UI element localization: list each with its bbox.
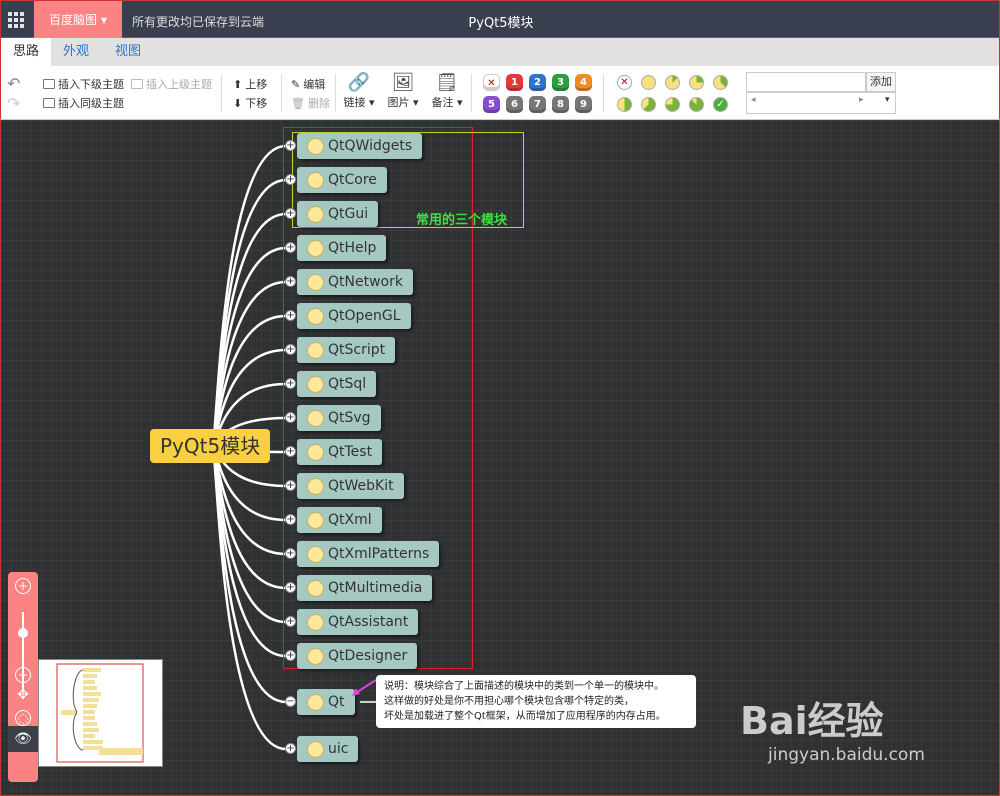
topic-label: QtNetwork xyxy=(328,274,403,290)
priority-dot-icon xyxy=(307,342,324,359)
watermark: Bai经验 jingyan.baidu.com xyxy=(740,690,925,765)
zoom-out-icon[interactable]: − xyxy=(15,667,31,683)
topic-node[interactable]: + QtOpenGL xyxy=(285,303,411,329)
priority-dot-icon xyxy=(307,138,324,155)
minimap-preview xyxy=(56,663,144,763)
topic-label: QtMultimedia xyxy=(328,580,423,596)
note-line: 这样做的好处是你不用担心哪个模块包含哪个特定的类， xyxy=(384,696,634,707)
priority-dot-icon xyxy=(307,512,324,529)
note-line: 说明：模块综合了上面描述的模块中的类到一个单一的模块中。 xyxy=(384,681,664,692)
topic-label: QtWebKit xyxy=(328,478,394,494)
priority-dot-icon xyxy=(307,694,324,711)
topic-label: QtXmlPatterns xyxy=(328,546,430,562)
collapse-icon[interactable]: − xyxy=(285,696,296,707)
priority-dot-icon xyxy=(307,410,324,427)
topic-node[interactable]: + QtHelp xyxy=(285,235,387,261)
topic-label: QtDesigner xyxy=(328,648,408,664)
topic-label: QtXml xyxy=(328,512,372,528)
priority-dot-icon xyxy=(307,478,324,495)
topic-label: QtGui xyxy=(328,206,369,222)
priority-dot-icon xyxy=(307,741,324,758)
topic-node[interactable]: + QtTest xyxy=(285,439,383,465)
note-line: 坏处是加载进了整个Qt框架，从而增加了应用程序的内存占用。 xyxy=(384,711,666,722)
topic-node[interactable]: + QtSvg xyxy=(285,405,381,431)
locate-icon[interactable]: ◌ xyxy=(15,710,31,726)
topic-label: QtSvg xyxy=(328,410,371,426)
topic-node[interactable]: + QtDesigner xyxy=(285,643,418,669)
expand-icon[interactable]: + xyxy=(285,242,296,253)
minimap[interactable] xyxy=(38,659,163,767)
topic-node[interactable]: + QtScript xyxy=(285,337,396,363)
zoom-in-icon[interactable]: + xyxy=(15,578,31,594)
priority-dot-icon xyxy=(307,172,324,189)
watermark-logo: Bai经验 xyxy=(740,699,884,743)
expand-icon[interactable]: + xyxy=(285,276,296,287)
expand-icon[interactable]: + xyxy=(285,140,296,151)
priority-dot-icon xyxy=(307,308,324,325)
topic-node[interactable]: + QtGui xyxy=(285,201,379,227)
expand-icon[interactable]: + xyxy=(285,412,296,423)
priority-dot-icon xyxy=(307,546,324,563)
expand-icon[interactable]: + xyxy=(285,582,296,593)
priority-dot-icon xyxy=(307,580,324,597)
annotation-label: 常用的三个模块 xyxy=(416,213,508,228)
topic-node[interactable]: + QtWebKit xyxy=(285,473,404,499)
topic-label: QtTest xyxy=(328,444,373,460)
topic-node[interactable]: + QtAssistant xyxy=(285,609,419,635)
note-tooltip: 说明：模块综合了上面描述的模块中的类到一个单一的模块中。 这样做的好处是你不用担… xyxy=(376,675,696,728)
expand-icon[interactable]: + xyxy=(285,310,296,321)
priority-dot-icon xyxy=(307,376,324,393)
priority-dot-icon xyxy=(307,614,324,631)
expand-icon[interactable]: + xyxy=(285,174,296,185)
topic-node[interactable]: + QtQWidgets xyxy=(285,133,423,159)
priority-dot-icon xyxy=(307,240,324,257)
connection-line xyxy=(210,144,287,448)
topic-label: QtSql xyxy=(328,376,367,392)
zoom-slider-handle[interactable] xyxy=(18,628,28,638)
expand-icon[interactable]: + xyxy=(285,344,296,355)
topic-node[interactable]: + QtXml xyxy=(285,507,382,533)
topic-node[interactable]: + uic xyxy=(285,736,359,762)
expand-icon[interactable]: + xyxy=(285,616,296,627)
expand-icon[interactable]: + xyxy=(285,208,296,219)
expand-icon[interactable]: + xyxy=(285,480,296,491)
topic-label: QtAssistant xyxy=(328,614,409,630)
expand-icon[interactable]: + xyxy=(285,743,296,754)
zoom-bar: + − ✥ ◌ 👁 xyxy=(8,572,38,782)
topic-label: uic xyxy=(328,741,349,757)
topic-label: QtScript xyxy=(328,342,386,358)
priority-dot-icon xyxy=(307,206,324,223)
priority-dot-icon xyxy=(307,648,324,665)
topic-label: QtHelp xyxy=(328,240,377,256)
expand-icon[interactable]: + xyxy=(285,514,296,525)
topic-node[interactable]: + QtSql xyxy=(285,371,377,397)
root-topic[interactable]: PyQt5模块 xyxy=(150,429,271,463)
move-icon[interactable]: ✥ xyxy=(15,688,31,704)
topic-label: Qt xyxy=(328,694,345,710)
topic-node[interactable]: + QtXmlPatterns xyxy=(285,541,440,567)
topic-node[interactable]: + QtCore xyxy=(285,167,387,193)
priority-dot-icon xyxy=(307,444,324,461)
watermark-url: jingyan.baidu.com xyxy=(768,745,925,765)
eye-icon[interactable]: 👁 xyxy=(8,726,38,752)
priority-dot-icon xyxy=(307,274,324,291)
topic-label: QtCore xyxy=(328,172,377,188)
expand-icon[interactable]: + xyxy=(285,548,296,559)
topic-label: QtOpenGL xyxy=(328,308,401,324)
expand-icon[interactable]: + xyxy=(285,650,296,661)
expand-icon[interactable]: + xyxy=(285,378,296,389)
topic-node[interactable]: + QtMultimedia xyxy=(285,575,433,601)
topic-node[interactable]: − Qt xyxy=(285,689,355,715)
expand-icon[interactable]: + xyxy=(285,446,296,457)
topic-label: QtQWidgets xyxy=(328,138,413,154)
topic-node[interactable]: + QtNetwork xyxy=(285,269,413,295)
